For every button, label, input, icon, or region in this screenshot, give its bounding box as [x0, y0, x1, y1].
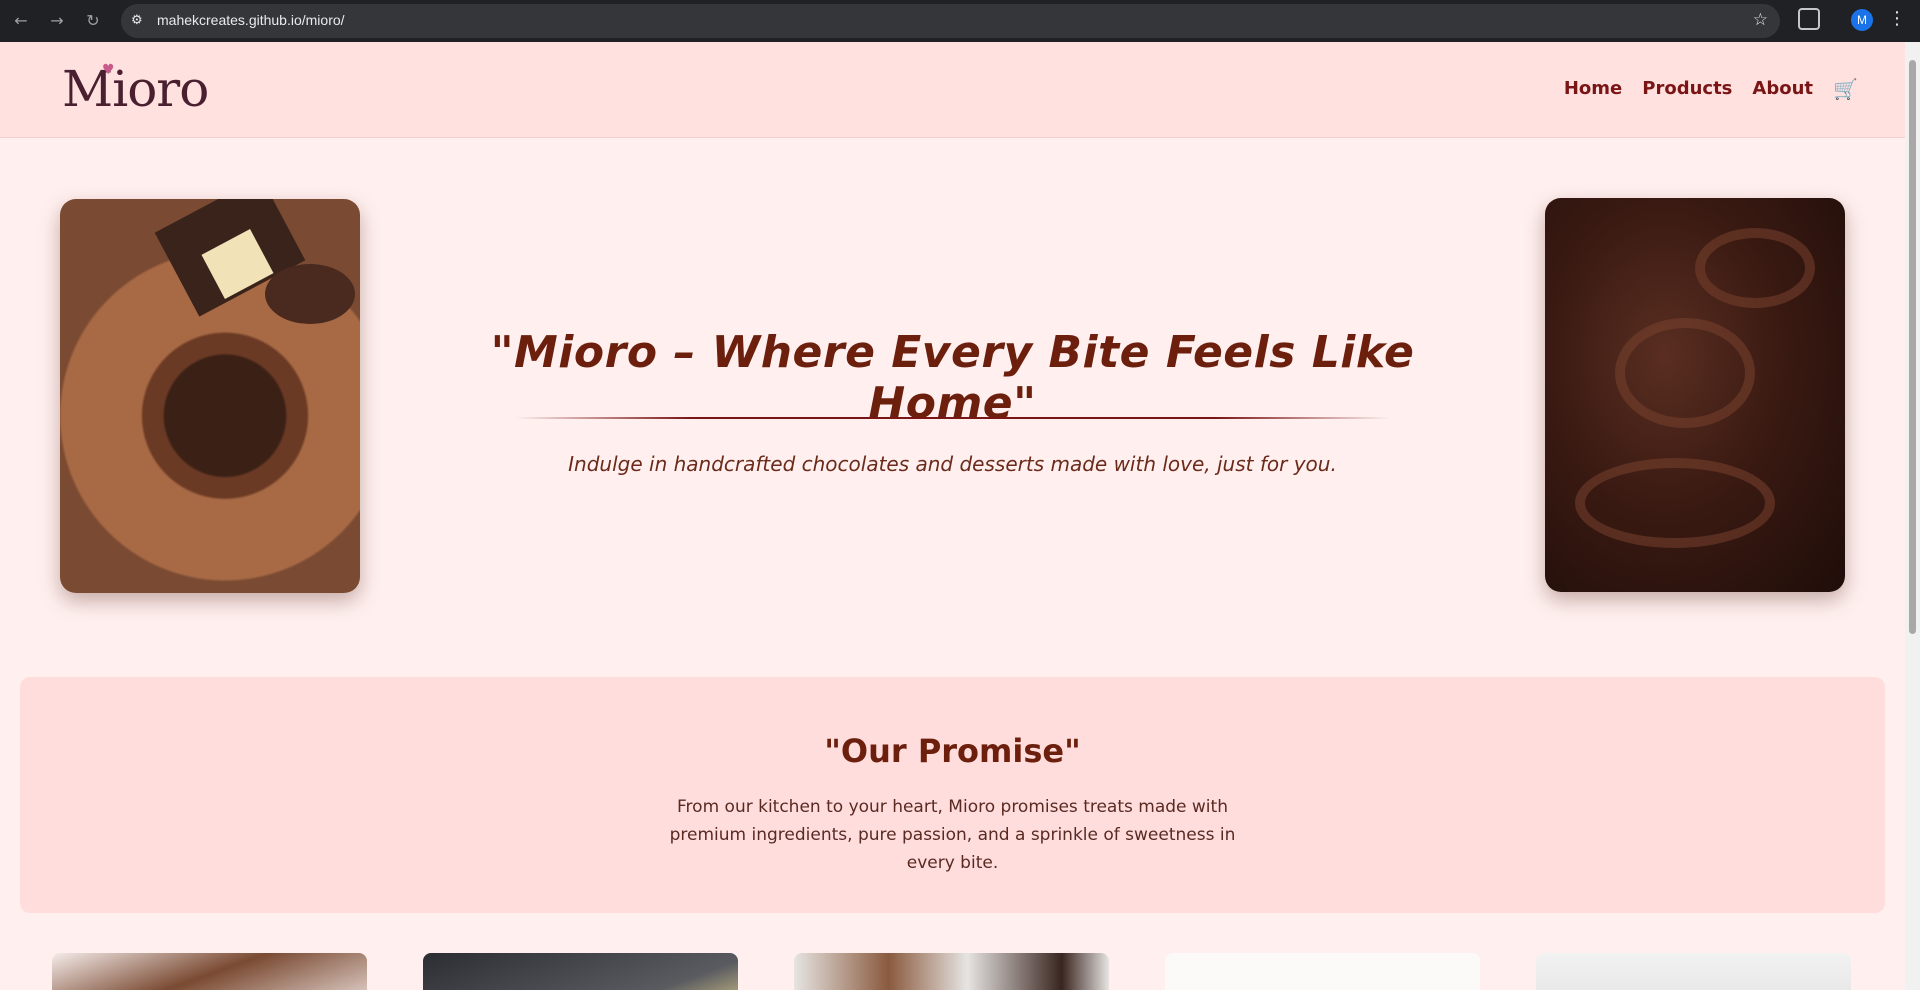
- bookmark-star-icon[interactable]: ☆: [1753, 10, 1768, 30]
- product-card-5[interactable]: [1536, 953, 1851, 990]
- hero-divider: [515, 417, 1390, 419]
- promise-section: "Our Promise" From our kitchen to your h…: [20, 677, 1885, 913]
- forward-icon[interactable]: →: [44, 8, 70, 34]
- product-card-1[interactable]: [52, 953, 367, 990]
- product-card-2[interactable]: [423, 953, 738, 990]
- site-logo[interactable]: Mioro ♥: [62, 60, 209, 118]
- product-card-3[interactable]: [794, 953, 1109, 990]
- hero-subtitle: Indulge in handcrafted chocolates and de…: [568, 452, 1337, 476]
- reload-icon[interactable]: ↻: [80, 8, 106, 34]
- site-header: Mioro ♥ Home Products About 🛒: [0, 42, 1905, 138]
- cart-icon[interactable]: 🛒: [1833, 79, 1858, 99]
- product-card-4[interactable]: [1165, 953, 1480, 990]
- logo-text: Mioro: [62, 60, 209, 118]
- nav-home[interactable]: Home: [1564, 78, 1622, 99]
- promise-heading: "Our Promise": [824, 732, 1081, 770]
- extensions-icon[interactable]: [1798, 8, 1820, 30]
- promise-text: From our kitchen to your heart, Mioro pr…: [669, 797, 1236, 873]
- hero-image-chocolate-swirl: [1545, 198, 1845, 592]
- main-nav: Home Products About 🛒: [1564, 78, 1858, 99]
- address-bar[interactable]: ⚙ mahekcreates.github.io/mioro/ ☆: [121, 4, 1780, 38]
- site-settings-icon[interactable]: ⚙: [131, 13, 147, 29]
- nav-products[interactable]: Products: [1642, 78, 1732, 99]
- url-text[interactable]: mahekcreates.github.io/mioro/: [157, 12, 345, 28]
- scrollbar-thumb[interactable]: [1909, 60, 1916, 634]
- nav-about[interactable]: About: [1752, 78, 1813, 99]
- page-scrollbar[interactable]: [1905, 42, 1920, 990]
- web-page: Mioro ♥ Home Products About 🛒 "Mioro – W…: [0, 42, 1905, 990]
- browser-toolbar: ← → ↻ ⚙ mahekcreates.github.io/mioro/ ☆ …: [0, 0, 1920, 42]
- back-icon[interactable]: ←: [8, 8, 34, 34]
- profile-avatar[interactable]: M: [1851, 9, 1873, 31]
- hero-title: "Mioro – Where Every Bite Feels Like Hom…: [490, 327, 1415, 429]
- menu-icon[interactable]: ⋮: [1888, 8, 1906, 30]
- heart-icon: ♥: [102, 62, 115, 78]
- hero-image-cocoa: [60, 199, 360, 593]
